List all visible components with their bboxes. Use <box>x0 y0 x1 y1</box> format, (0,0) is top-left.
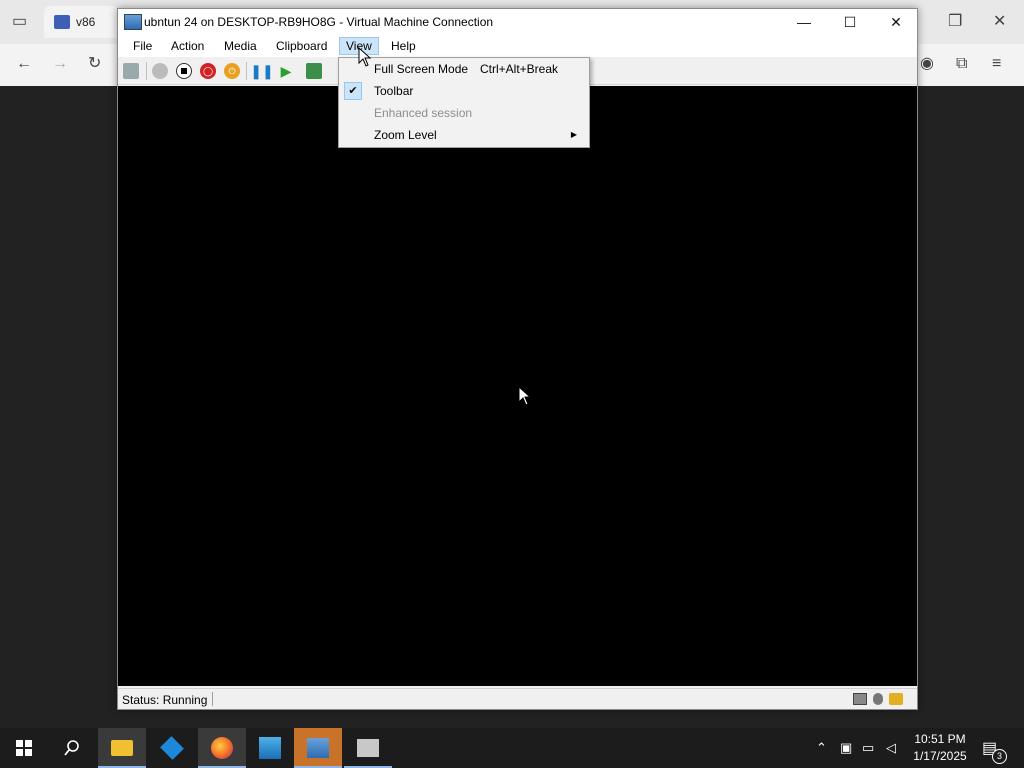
menu-media[interactable]: Media <box>218 37 263 55</box>
start-button[interactable] <box>0 728 48 768</box>
resume-icon[interactable]: ▶ <box>278 63 294 79</box>
menu-icon[interactable]: ≡ <box>992 56 1001 72</box>
search-button[interactable] <box>48 728 96 768</box>
windows-icon <box>16 740 32 756</box>
minimize-button[interactable]: — <box>781 9 827 35</box>
taskbar-firefox[interactable] <box>198 728 246 768</box>
status-separator <box>212 692 213 706</box>
status-text: Status: Running <box>122 693 208 707</box>
status-bar: Status: Running <box>118 688 917 709</box>
browser-tab-label: v86 <box>76 15 96 29</box>
maximize-button[interactable]: ☐ <box>827 9 873 35</box>
network-icon[interactable]: ▭ <box>862 740 874 756</box>
menu-bar: File Action Media Clipboard View Help <box>118 35 917 57</box>
show-hidden-icons-icon[interactable]: ⌃ <box>816 740 827 756</box>
menu-item-enhanced-session: Enhanced session <box>341 102 587 124</box>
menu-item-full-screen-mode[interactable]: Full Screen Mode Ctrl+Alt+Break <box>341 58 587 80</box>
turn-off-icon[interactable] <box>176 63 192 79</box>
browser-tab[interactable]: v86 <box>44 6 119 38</box>
start-icon[interactable] <box>152 63 168 79</box>
shut-down-icon[interactable]: ◯ <box>200 63 216 79</box>
toolbar-separator <box>146 62 147 80</box>
mouse-icon <box>873 693 883 705</box>
app-icon <box>259 737 281 759</box>
close-icon[interactable]: ✕ <box>993 14 1006 30</box>
restore-icon[interactable]: ❐ <box>948 14 962 30</box>
menu-item-zoom-level[interactable]: Zoom Level ▶ <box>341 124 587 146</box>
submenu-arrow-icon: ▶ <box>570 130 577 139</box>
save-state-icon[interactable]: ⏻ <box>224 63 240 79</box>
tab-actions-icon[interactable]: ▭ <box>12 14 27 30</box>
clock-time: 10:51 PM <box>914 732 966 746</box>
pause-icon[interactable]: ❚❚ <box>250 63 273 79</box>
clock-date: 1/17/2025 <box>913 749 967 763</box>
meet-now-icon[interactable]: ▣ <box>840 740 852 756</box>
checkmark-icon: ✔ <box>344 82 362 100</box>
ctrl-alt-del-icon[interactable] <box>123 63 139 79</box>
taskbar: ⌃ ▣ ▭ ◁ 10:51 PM 1/17/2025 ▤ 3 <box>0 728 1024 768</box>
taskbar-virtualbox[interactable] <box>148 728 196 768</box>
full-screen-shortcut: Ctrl+Alt+Break <box>480 62 559 76</box>
lock-icon <box>889 693 903 705</box>
zoom-level-label: Zoom Level <box>374 128 437 142</box>
window-title: ubntun 24 on DESKTOP-RB9HO8G - Virtual M… <box>144 15 494 29</box>
taskbar-hyper-v-manager[interactable] <box>294 728 342 768</box>
folder-icon <box>111 740 133 756</box>
menu-item-toolbar[interactable]: ✔ Toolbar <box>341 80 587 102</box>
view-menu-dropdown: Full Screen Mode Ctrl+Alt+Break ✔ Toolba… <box>338 57 590 148</box>
vm-cursor-icon <box>518 386 532 406</box>
taskbar-app[interactable] <box>246 728 294 768</box>
search-icon <box>64 740 79 756</box>
enhanced-session-label: Enhanced session <box>374 106 473 120</box>
hyper-v-icon <box>307 738 329 758</box>
clock[interactable]: 10:51 PM 1/17/2025 <box>906 731 974 765</box>
extensions-icon[interactable]: ⧉ <box>956 56 967 72</box>
volume-muted-icon[interactable]: ◁ <box>886 740 896 756</box>
profile-icon[interactable]: ◉ <box>920 56 934 72</box>
title-bar[interactable]: ubntun 24 on DESKTOP-RB9HO8G - Virtual M… <box>118 9 917 35</box>
checkpoint-icon[interactable] <box>306 63 322 79</box>
virtualbox-icon <box>160 736 184 760</box>
tab-favicon-icon <box>54 15 70 29</box>
menu-action[interactable]: Action <box>165 37 210 55</box>
keyboard-icon <box>853 693 867 705</box>
close-button[interactable]: ✕ <box>873 9 919 35</box>
refresh-icon[interactable]: ↻ <box>88 56 101 72</box>
back-icon[interactable]: ← <box>16 56 32 72</box>
firefox-icon <box>211 737 233 759</box>
taskbar-file-explorer[interactable] <box>98 728 146 768</box>
full-screen-mode-label: Full Screen Mode <box>374 62 469 76</box>
notification-count-badge: 3 <box>992 749 1007 764</box>
vm-connection-icon <box>124 14 142 30</box>
menu-clipboard[interactable]: Clipboard <box>270 37 333 55</box>
mouse-cursor-icon <box>358 47 372 67</box>
toolbar-separator <box>246 62 247 80</box>
menu-help[interactable]: Help <box>385 37 422 55</box>
forward-icon[interactable]: → <box>52 56 68 72</box>
vm-connection-icon <box>357 739 379 757</box>
menu-file[interactable]: File <box>127 37 158 55</box>
taskbar-vm-connection[interactable] <box>344 728 392 768</box>
toolbar-label: Toolbar <box>374 84 414 98</box>
